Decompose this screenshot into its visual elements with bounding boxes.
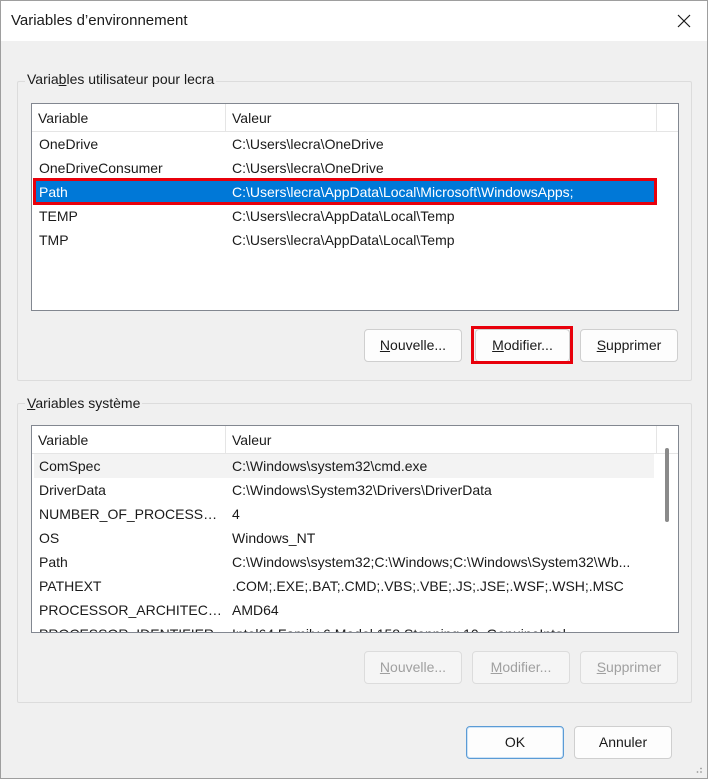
variable-name: NUMBER_OF_PROCESSORS [39, 506, 222, 522]
list-item[interactable]: OS Windows_NT [34, 526, 654, 550]
ok-button[interactable]: OK [466, 726, 564, 759]
system-list-scrollbar[interactable] [665, 448, 669, 522]
list-item[interactable]: DriverData C:\Windows\System32\Drivers\Dr… [34, 478, 654, 502]
column-divider[interactable] [656, 104, 657, 132]
variable-value: Windows_NT [232, 530, 316, 546]
system-list-header: Variable Valeur [32, 426, 678, 454]
variable-name: PROCESSOR_IDENTIFIER [39, 622, 222, 632]
user-new-button[interactable]: Nouvelle... [364, 329, 462, 362]
list-item[interactable]: Path C:\Windows\system32;C:\Windows;C:\Wi… [34, 550, 654, 574]
variable-value: C:\Users\lecra\AppData\Local\Temp [232, 232, 455, 248]
variable-name: PATHEXT [39, 578, 102, 594]
environment-variables-dialog: Variables d’environnement Variables util… [0, 0, 708, 779]
variable-name: DriverData [39, 482, 106, 498]
variable-value: C:\Users\lecra\AppData\Local\Temp [232, 208, 455, 224]
list-item[interactable]: OneDrive C:\Users\lecra\OneDrive [34, 132, 654, 156]
close-icon [677, 14, 691, 28]
variable-value: C:\Users\lecra\AppData\Local\Microsoft\W… [232, 184, 574, 200]
window-title: Variables d’environnement [11, 12, 188, 29]
variable-value: C:\Windows\system32\cmd.exe [232, 458, 428, 474]
variable-name: ComSpec [39, 458, 101, 474]
variable-name: Path [39, 184, 68, 200]
variable-name: OneDrive [39, 136, 99, 152]
list-item[interactable]: PROCESSOR_ARCHITECTU... AMD64 [34, 598, 654, 622]
system-new-button[interactable]: Nouvelle... [364, 651, 462, 684]
user-delete-button[interactable]: Supprimer [580, 329, 678, 362]
system-edit-button[interactable]: Modifier... [472, 651, 570, 684]
system-variables-list[interactable]: Variable Valeur ComSpec C:\Windows\system… [31, 425, 679, 633]
variable-name: Path [39, 554, 68, 570]
list-item[interactable]: Path C:\Users\lecra\AppData\Local\Microso… [34, 180, 654, 204]
variable-value: C:\Windows\System32\Drivers\DriverData [232, 482, 492, 498]
column-header-value[interactable]: Valeur [226, 426, 656, 454]
variable-value: C:\Users\lecra\OneDrive [232, 136, 384, 152]
column-header-variable[interactable]: Variable [32, 104, 225, 132]
variable-name: PROCESSOR_ARCHITECTU... [39, 602, 222, 618]
variable-value: .COM;.EXE;.BAT;.CMD;.VBS;.VBE;.JS;.JSE;.… [232, 578, 624, 594]
column-header-value[interactable]: Valeur [226, 104, 656, 132]
variable-value: Intel64 Family 6 Model 158 Stepping 10, … [232, 622, 652, 632]
list-item[interactable]: PROCESSOR_IDENTIFIER Intel64 Family 6 Mod… [34, 622, 654, 632]
variable-name: TEMP [39, 208, 78, 224]
list-item[interactable]: ComSpec C:\Windows\system32\cmd.exe [34, 454, 654, 478]
variable-name: TMP [39, 232, 69, 248]
list-item[interactable]: OneDriveConsumer C:\Users\lecra\OneDrive [34, 156, 654, 180]
title-bar: Variables d’environnement [1, 1, 707, 41]
variable-value: AMD64 [232, 602, 279, 618]
close-button[interactable] [661, 1, 707, 41]
variable-value: C:\Windows\system32;C:\Windows;C:\Window… [232, 554, 631, 570]
column-divider[interactable] [656, 426, 657, 454]
cancel-button[interactable]: Annuler [574, 726, 672, 759]
column-header-variable[interactable]: Variable [32, 426, 225, 454]
variable-value: 4 [232, 506, 240, 522]
resize-grip-icon[interactable] [693, 764, 703, 774]
variable-name: OS [39, 530, 60, 546]
list-item[interactable]: TMP C:\Users\lecra\AppData\Local\Temp [34, 228, 654, 252]
list-item[interactable]: PATHEXT .COM;.EXE;.BAT;.CMD;.VBS;.VBE;.JS… [34, 574, 654, 598]
system-delete-button[interactable]: Supprimer [580, 651, 678, 684]
system-variables-label: Variables système [25, 395, 143, 411]
variable-value: C:\Users\lecra\OneDrive [232, 160, 384, 176]
user-variables-list[interactable]: Variable Valeur OneDrive C:\Users\lecra\O… [31, 103, 679, 311]
user-variables-label: Variables utilisateur pour lecra [25, 71, 217, 87]
list-item[interactable]: TEMP C:\Users\lecra\AppData\Local\Temp [34, 204, 654, 228]
user-list-header: Variable Valeur [32, 104, 678, 132]
list-item[interactable]: NUMBER_OF_PROCESSORS 4 [34, 502, 654, 526]
user-edit-button[interactable]: Modifier... [475, 329, 570, 362]
variable-name: OneDriveConsumer [39, 160, 163, 176]
